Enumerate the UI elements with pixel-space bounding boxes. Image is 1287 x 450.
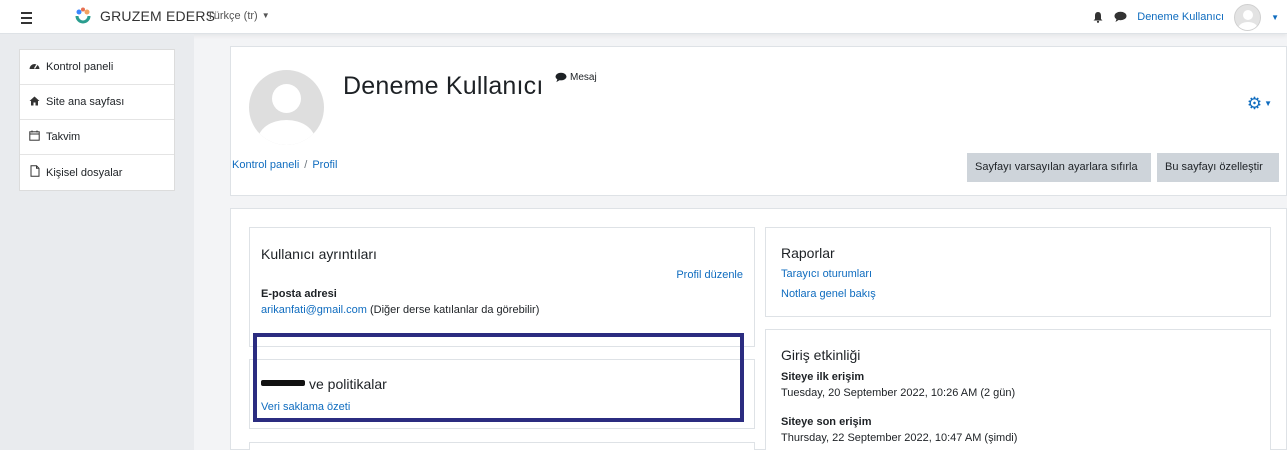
caret-down-icon[interactable]: ▼: [1271, 13, 1279, 22]
block-title: Kullanıcı ayrıntıları: [261, 246, 377, 262]
block-title: ve politikalar: [261, 376, 387, 392]
block-title: Raporlar: [781, 245, 835, 261]
page-header: Deneme Kullanıcı Mesaj ⚙ ▼ Kontrol paneli…: [230, 46, 1287, 196]
reset-page-button[interactable]: Sayfayı varsayılan ayarlara sıfırla: [967, 153, 1151, 182]
profile-avatar: [249, 70, 324, 145]
menu-toggle-button[interactable]: [14, 6, 38, 28]
login-activity-block: Giriş etkinliği Siteye ilk erişim Tuesda…: [765, 329, 1271, 450]
chat-icon[interactable]: [1114, 11, 1127, 23]
sidebar-item-calendar[interactable]: Takvim: [20, 120, 174, 155]
sidebar-item-label: Site ana sayfası: [46, 96, 125, 108]
sidebar-item-private-files[interactable]: Kişisel dosyalar: [20, 155, 174, 190]
bell-icon[interactable]: [1092, 11, 1104, 23]
last-access-value: Thursday, 22 September 2022, 10:47 AM (ş…: [781, 432, 1018, 444]
reports-block: Raporlar Tarayıcı oturumları Notlara gen…: [765, 227, 1271, 317]
site-brand[interactable]: GRUZEM EDERS: [73, 6, 215, 26]
user-details-block: Kullanıcı ayrıntıları Profil düzenle E-p…: [249, 227, 755, 347]
logo-icon: [75, 7, 91, 24]
chat-icon: [555, 72, 567, 83]
message-label: Mesaj: [570, 72, 597, 83]
breadcrumb-dashboard[interactable]: Kontrol paneli: [232, 159, 299, 171]
first-access-label: Siteye ilk erişim: [781, 371, 865, 383]
file-icon: [29, 165, 40, 180]
user-menu-name[interactable]: Deneme Kullanıcı: [1137, 11, 1224, 23]
redaction-mark: [261, 380, 305, 386]
sidebar-item-label: Kişisel dosyalar: [46, 166, 123, 179]
language-label: Türkçe (tr): [207, 10, 258, 22]
privacy-block: ve politikalar Veri saklama özeti: [249, 359, 755, 429]
last-access-label: Siteye son erişim: [781, 416, 872, 428]
page-title: Deneme Kullanıcı: [343, 72, 544, 100]
grades-overview-link[interactable]: Notlara genel bakış: [781, 288, 876, 300]
block-title: Giriş etkinliği: [781, 347, 861, 363]
empty-block: [249, 442, 755, 450]
breadcrumb-profile[interactable]: Profil: [312, 159, 337, 171]
sidebar-item-home[interactable]: Site ana sayfası: [20, 85, 174, 120]
email-link[interactable]: arikanfati@gmail.com: [261, 304, 367, 316]
page-settings-menu[interactable]: ⚙ ▼: [1247, 94, 1272, 114]
caret-down-icon: ▼: [1264, 99, 1272, 108]
gear-icon: ⚙: [1246, 94, 1263, 113]
home-icon: [29, 96, 40, 109]
nav-list: Kontrol paneli Site ana sayfası Takvim K…: [19, 49, 175, 191]
edit-profile-link[interactable]: Profil düzenle: [676, 269, 743, 281]
nav-drawer: Kontrol paneli Site ana sayfası Takvim K…: [0, 34, 194, 450]
calendar-icon: [29, 130, 40, 144]
language-menu[interactable]: Türkçe (tr) ▼: [207, 10, 270, 22]
brand-name: GRUZEM EDERS: [100, 8, 216, 24]
email-row: arikanfati@gmail.com (Diğer derse katıla…: [261, 304, 539, 316]
caret-down-icon: ▼: [261, 11, 270, 20]
navbar-right: Deneme Kullanıcı ▼: [1092, 3, 1279, 31]
customize-page-button[interactable]: Bu sayfayı özelleştir: [1157, 153, 1279, 182]
browser-sessions-link[interactable]: Tarayıcı oturumları: [781, 268, 872, 280]
top-navbar: GRUZEM EDERS Türkçe (tr) ▼ Deneme Kullanı…: [0, 0, 1287, 34]
user-avatar[interactable]: [1234, 3, 1262, 31]
breadcrumb-separator: /: [304, 159, 308, 171]
dashboard-icon: [29, 61, 40, 73]
email-label: E-posta adresi: [261, 288, 337, 300]
sidebar-item-dashboard[interactable]: Kontrol paneli: [20, 50, 174, 85]
data-retention-link[interactable]: Veri saklama özeti: [261, 401, 350, 413]
privacy-title: ve politikalar: [309, 376, 387, 392]
sidebar-item-label: Takvim: [46, 131, 81, 143]
message-button[interactable]: Mesaj: [555, 72, 597, 83]
email-visibility-note: (Diğer derse katılanlar da görebilir): [370, 304, 540, 316]
breadcrumb: Kontrol paneli / Profil: [232, 159, 337, 171]
sidebar-item-label: Kontrol paneli: [46, 61, 114, 73]
profile-content: Kullanıcı ayrıntıları Profil düzenle E-p…: [230, 208, 1287, 450]
first-access-value: Tuesday, 20 September 2022, 10:26 AM (2 …: [781, 387, 1016, 399]
